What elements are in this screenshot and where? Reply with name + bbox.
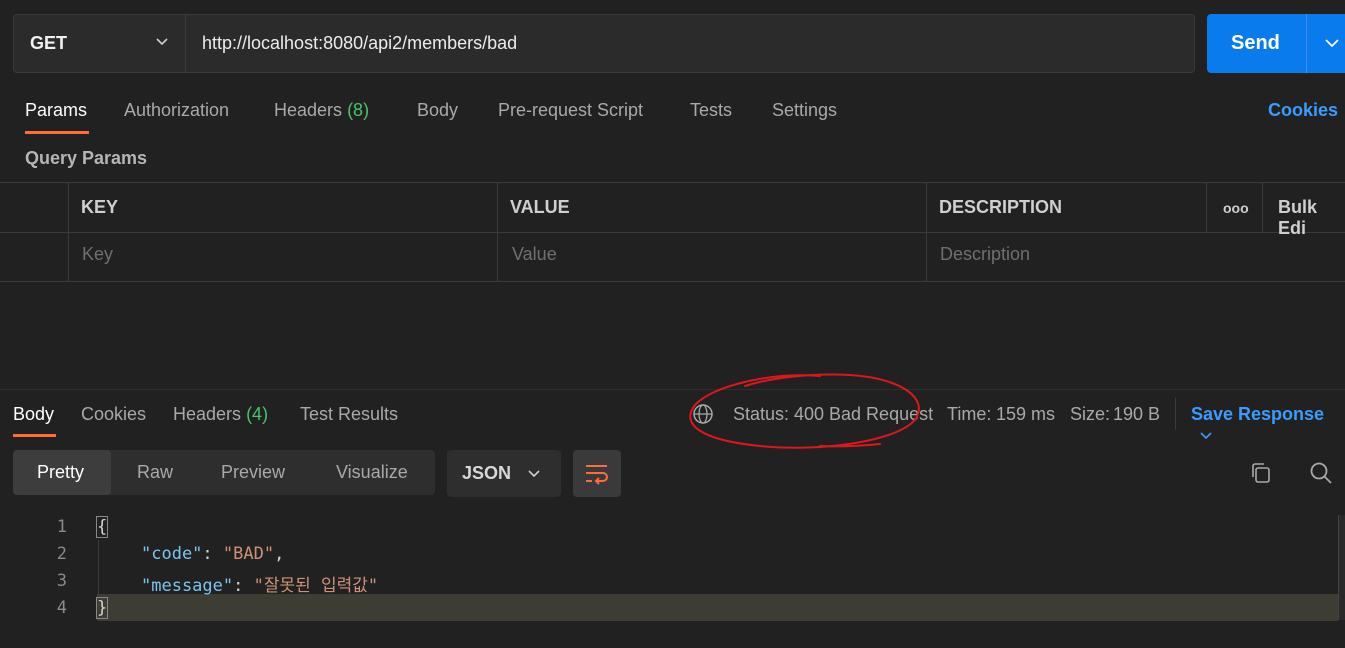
status-value: 400 Bad Request: [794, 404, 934, 424]
table-border-bottom: [0, 281, 1345, 282]
key-input[interactable]: Key: [82, 244, 113, 265]
send-divider: [1306, 14, 1307, 73]
response-tab-headers-label: Headers: [173, 404, 242, 424]
indent-guide: [98, 540, 99, 594]
cookies-link[interactable]: Cookies: [1268, 100, 1338, 121]
query-params-title: Query Params: [25, 148, 148, 168]
url-input[interactable]: http://localhost:8080/api2/members/bad: [186, 14, 1195, 73]
status-divider: [1175, 398, 1176, 430]
save-response-label: Save Response: [1191, 404, 1325, 424]
tab-headers[interactable]: Headers (8): [274, 100, 369, 121]
json-key-code: "code": [141, 544, 203, 564]
json-close-brace: }: [95, 597, 109, 619]
response-divider[interactable]: [0, 389, 1345, 390]
line-number: 3: [56, 571, 67, 591]
view-mode-visualize[interactable]: Visualize: [336, 462, 408, 483]
status-label: Status:: [733, 404, 790, 424]
active-response-tab-indicator: [13, 434, 56, 437]
tab-params[interactable]: Params: [25, 100, 87, 121]
size-label: Size:: [1070, 404, 1111, 424]
tab-authorization[interactable]: Authorization: [124, 100, 229, 121]
response-tab-test-results[interactable]: Test Results: [300, 404, 398, 425]
response-tab-body[interactable]: Body: [13, 404, 54, 425]
copy-icon[interactable]: [1249, 461, 1273, 485]
wrap-lines-button[interactable]: [573, 450, 621, 497]
chevron-down-icon: [528, 470, 540, 478]
line-number: 1: [56, 517, 67, 537]
url-text: http://localhost:8080/api2/members/bad: [202, 33, 518, 53]
tab-settings[interactable]: Settings: [772, 100, 837, 121]
table-border-mid: [0, 232, 1345, 233]
chevron-down-icon: [156, 38, 168, 46]
description-input[interactable]: Description: [940, 244, 1030, 265]
json-value-code: "BAD": [222, 544, 275, 564]
json-value-message: "잘못된 입력값": [253, 576, 379, 596]
more-options-icon[interactable]: ooo: [1223, 200, 1249, 216]
response-tab-headers-count: (4): [246, 404, 269, 424]
time-label: Time:: [947, 404, 992, 424]
view-mode-pretty[interactable]: Pretty: [37, 462, 84, 483]
json-open-brace: {: [95, 516, 109, 538]
column-header-key: KEY: [81, 197, 119, 217]
column-header-description: DESCRIPTION: [939, 197, 1063, 217]
format-label: JSON: [462, 463, 512, 483]
size-value: 190 B: [1113, 404, 1161, 424]
view-mode-raw[interactable]: Raw: [137, 462, 173, 483]
column-header-value: VALUE: [510, 197, 570, 217]
table-col-divider: [1262, 182, 1263, 232]
json-line-message: "message": "잘못된 입력값": [141, 576, 379, 596]
json-line-code: "code": "BAD",: [141, 544, 285, 564]
json-key-message: "message": [141, 576, 234, 596]
view-mode-selector: Pretty Raw Preview Visualize: [13, 450, 435, 495]
format-select[interactable]: JSON: [447, 450, 561, 497]
current-line-highlight: [97, 594, 1338, 621]
tab-headers-label: Headers: [274, 100, 343, 120]
table-col-divider: [926, 182, 927, 281]
tab-body[interactable]: Body: [417, 100, 458, 121]
tab-pre-request-script[interactable]: Pre-request Script: [498, 100, 643, 121]
save-response-button[interactable]: Save Response: [1191, 404, 1345, 446]
tab-tests[interactable]: Tests: [690, 100, 732, 121]
active-tab-indicator: [25, 131, 89, 134]
time-value: 159 ms: [996, 404, 1056, 424]
editor-scrollbar[interactable]: [1338, 515, 1345, 620]
table-col-divider: [1206, 182, 1207, 232]
send-button[interactable]: Send: [1207, 14, 1345, 73]
tab-headers-count: (8): [347, 100, 370, 120]
bulk-edit-link[interactable]: Bulk Edi: [1278, 197, 1345, 239]
method-label: GET: [30, 33, 68, 53]
table-border-top: [0, 182, 1345, 183]
send-label: Send: [1231, 32, 1280, 54]
method-select[interactable]: GET: [13, 14, 186, 73]
response-tab-cookies[interactable]: Cookies: [81, 404, 146, 425]
table-col-divider: [497, 182, 498, 281]
line-number: 2: [56, 544, 67, 564]
wrap-lines-icon: [586, 465, 608, 485]
response-tab-headers[interactable]: Headers (4): [173, 404, 268, 425]
view-mode-preview[interactable]: Preview: [221, 462, 285, 483]
search-icon[interactable]: [1309, 461, 1333, 485]
table-col-divider: [68, 182, 69, 281]
value-input[interactable]: Value: [512, 244, 557, 265]
line-number: 4: [56, 598, 67, 618]
chevron-down-icon: [1200, 432, 1212, 440]
globe-icon[interactable]: [692, 403, 714, 425]
chevron-down-icon[interactable]: [1324, 35, 1340, 51]
